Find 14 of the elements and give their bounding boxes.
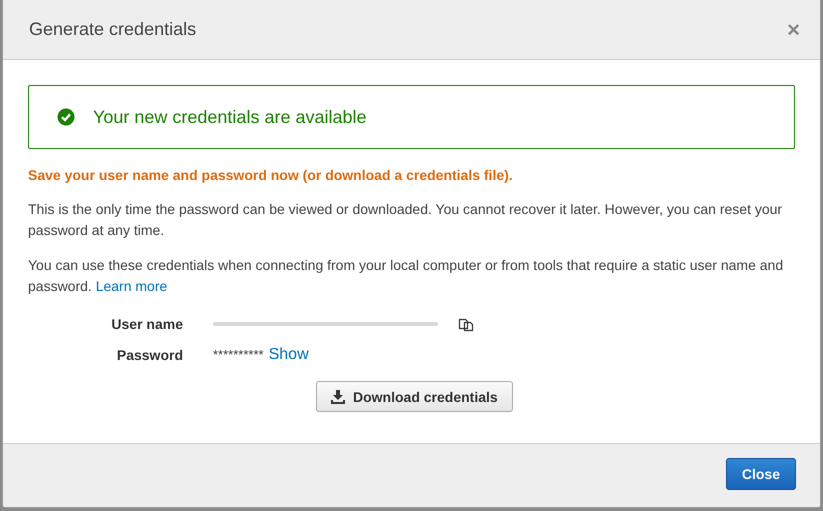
close-button[interactable]: Close [726,458,796,490]
field-label: Password [116,346,184,362]
show-link[interactable]: Show [268,346,309,364]
learn-more-link[interactable]: Learn more [96,278,168,294]
download-button[interactable]: Download credentials [316,381,513,412]
check-circle-icon [57,108,75,126]
password-value: ********** [213,347,264,362]
field-label: User name [110,316,184,332]
download-icon [331,390,345,404]
info-text: You can use these credentials when connecting from your local computer or from tools that require a static user name and password. Learn more [28,256,784,296]
info-text: This is the only time the password can be viewed or downloaded. You cannot recover it later. However, you can reset your password at any time. [28,200,784,240]
dialog-title: Generate credentials [29,19,196,40]
alert-message: Your new credentials are available [93,106,367,128]
warning-text: Save your user name and password now (or download a credentials file). [28,167,514,183]
